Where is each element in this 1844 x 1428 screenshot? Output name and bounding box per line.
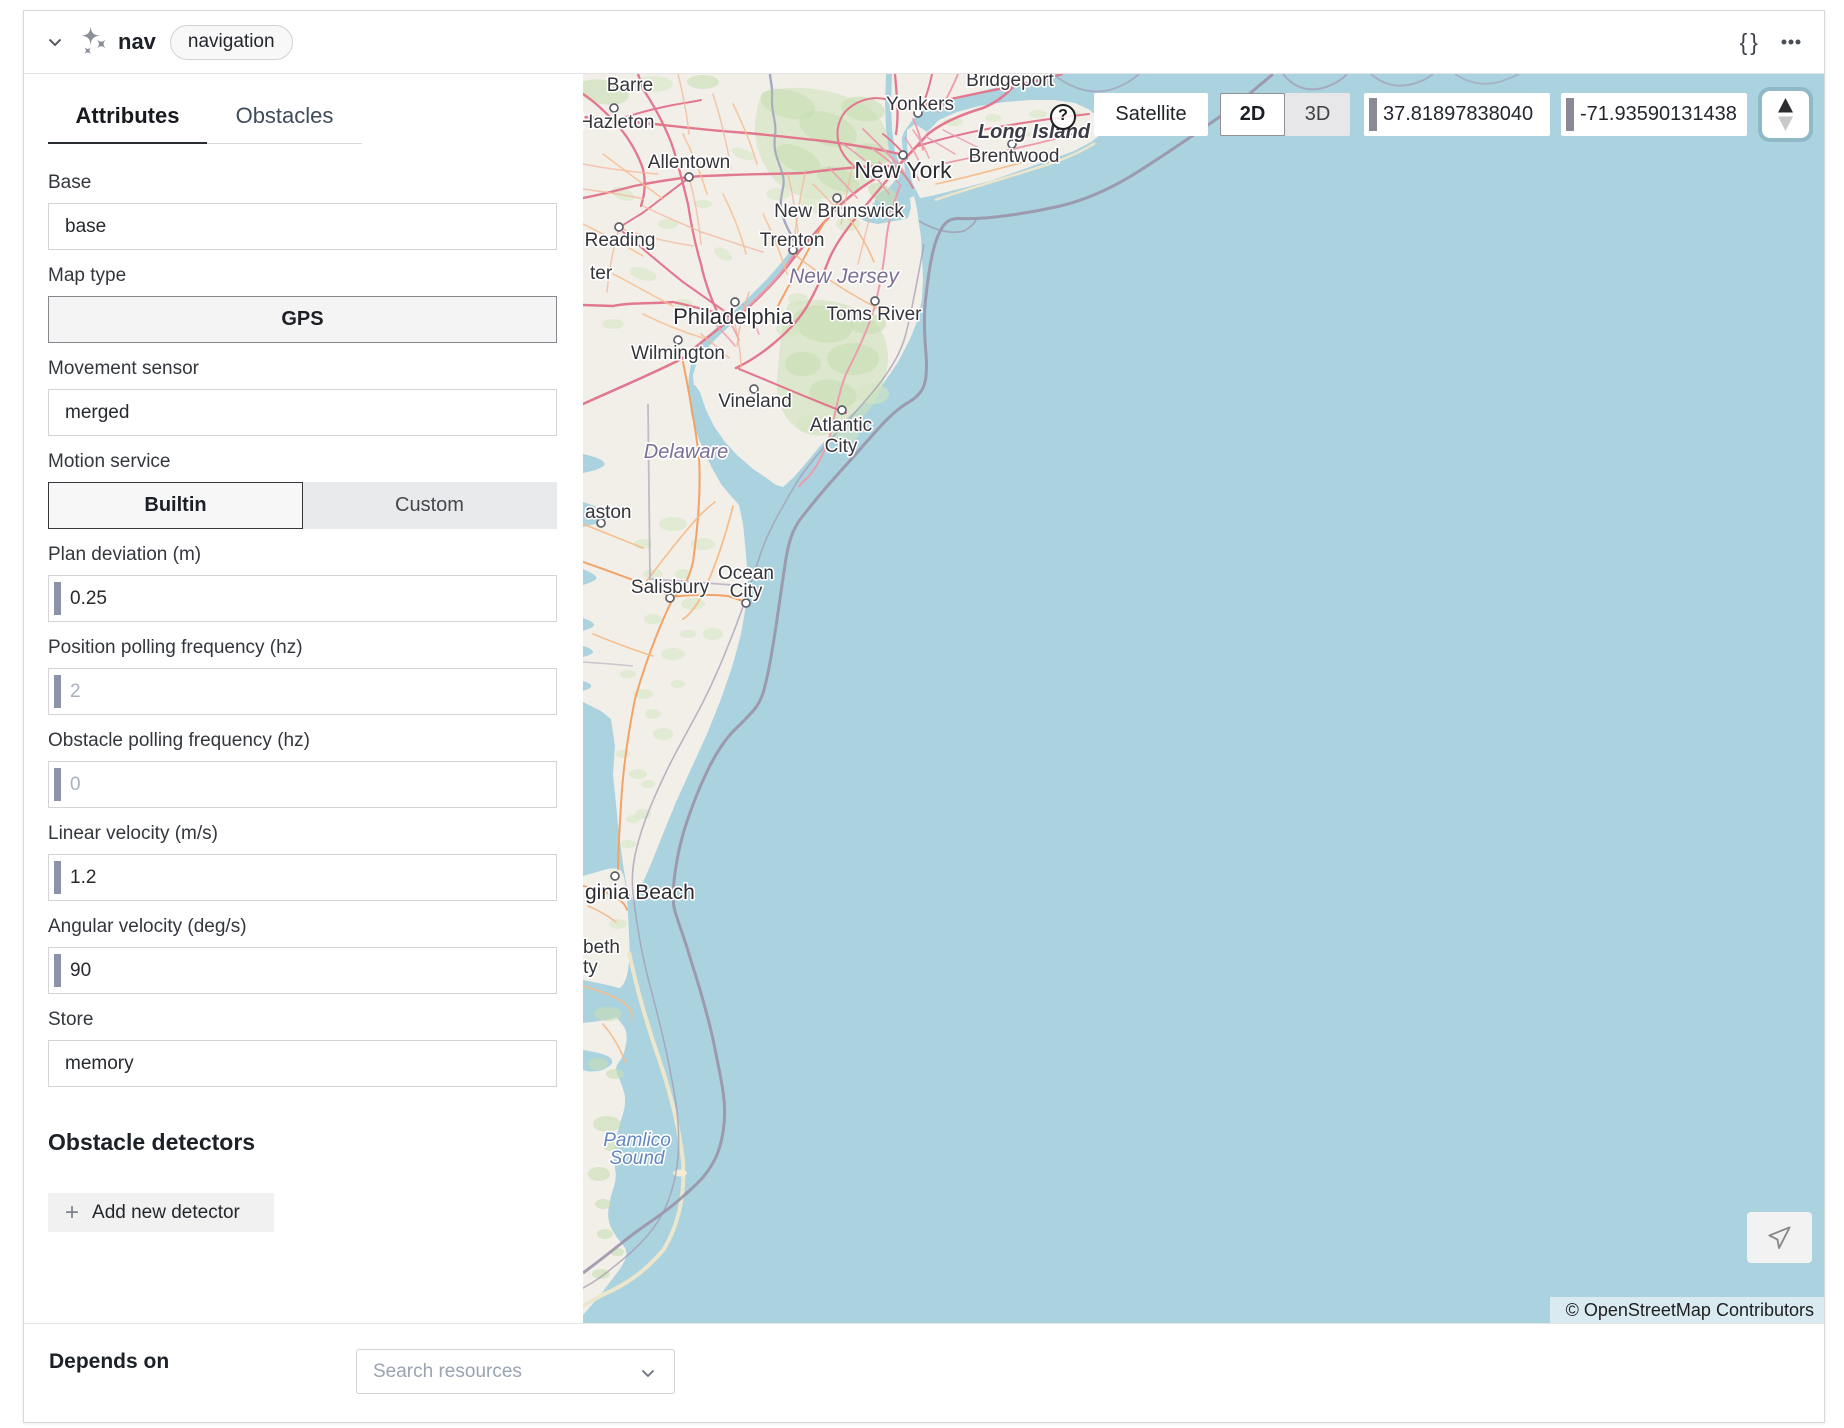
svg-text:beth: beth bbox=[583, 937, 620, 958]
svg-text:Philadelphia: Philadelphia bbox=[673, 304, 794, 329]
svg-text:New Brunswick: New Brunswick bbox=[774, 201, 904, 222]
svg-text:aston: aston bbox=[585, 502, 631, 523]
svg-text:Wilmington: Wilmington bbox=[631, 343, 725, 364]
svg-text:ginia Beach: ginia Beach bbox=[585, 881, 695, 904]
svg-text:Yonkers: Yonkers bbox=[886, 94, 954, 115]
svg-text:Bridgeport: Bridgeport bbox=[966, 74, 1054, 91]
svg-text:New York: New York bbox=[854, 157, 952, 183]
svg-text:Hazleton: Hazleton bbox=[583, 112, 655, 133]
svg-text:Brentwood: Brentwood bbox=[969, 146, 1060, 167]
svg-text:Long Island: Long Island bbox=[978, 121, 1091, 143]
svg-text:Delaware: Delaware bbox=[644, 441, 728, 463]
svg-text:City: City bbox=[825, 436, 858, 457]
svg-text:ter: ter bbox=[590, 263, 613, 284]
svg-text:Toms River: Toms River bbox=[826, 304, 922, 325]
svg-text:Vineland: Vineland bbox=[718, 391, 792, 412]
svg-text:Reading: Reading bbox=[585, 230, 656, 251]
svg-text:Salisbury: Salisbury bbox=[631, 577, 710, 598]
svg-text:Atlantic: Atlantic bbox=[810, 415, 872, 436]
svg-text:Barre: Barre bbox=[607, 75, 653, 96]
svg-text:Trenton: Trenton bbox=[760, 230, 825, 251]
svg-text:New Jersey: New Jersey bbox=[789, 265, 900, 288]
svg-text:Sound: Sound bbox=[610, 1148, 666, 1169]
svg-text:ty: ty bbox=[583, 957, 598, 978]
svg-text:City: City bbox=[730, 581, 763, 602]
svg-text:Allentown: Allentown bbox=[648, 152, 730, 173]
